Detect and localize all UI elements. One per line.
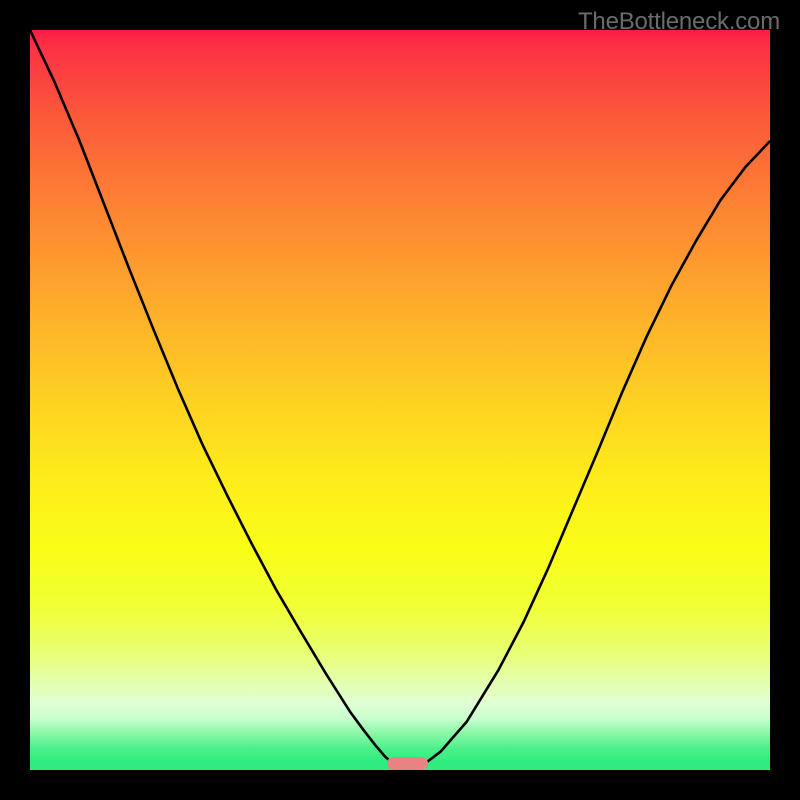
plot-area: [30, 30, 770, 770]
bottleneck-curve: [30, 30, 770, 770]
curve-svg: [30, 30, 770, 770]
watermark-text: TheBottleneck.com: [578, 8, 780, 36]
chart-container: TheBottleneck.com: [0, 0, 800, 800]
optimum-marker: [387, 757, 428, 770]
